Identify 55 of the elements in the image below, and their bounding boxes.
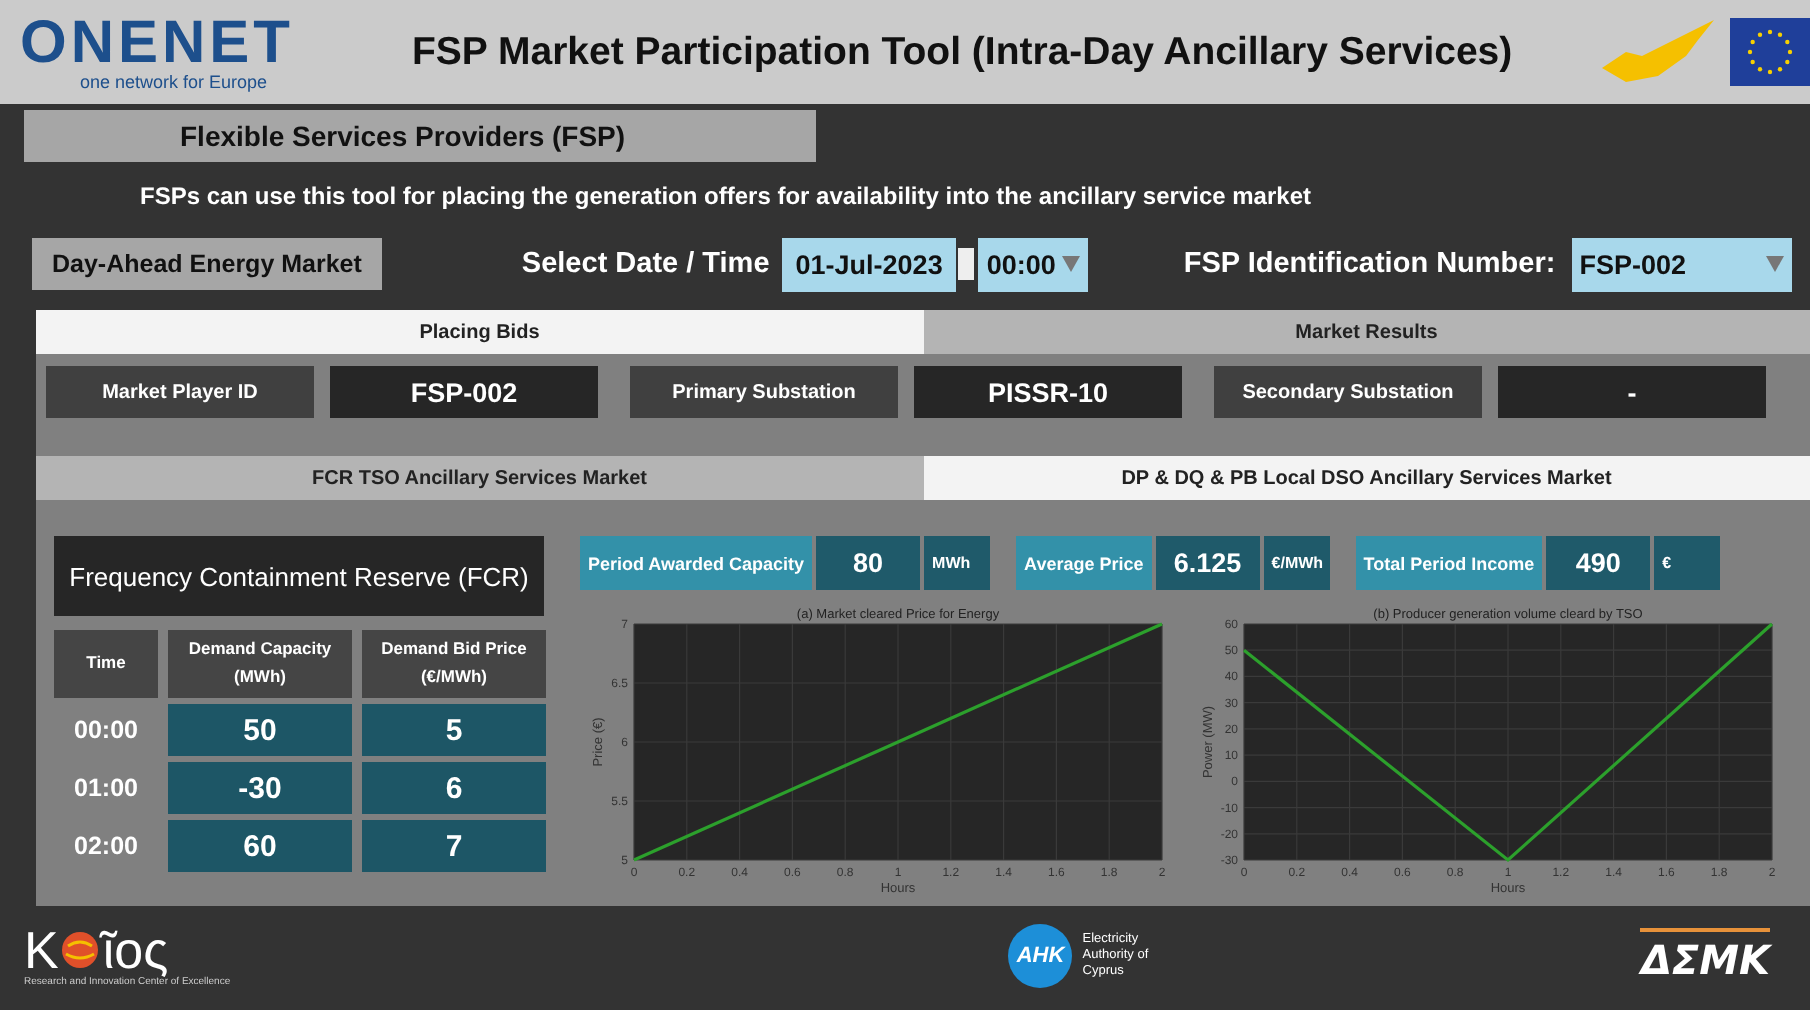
app-title: FSP Market Participation Tool (Intra-Day Ancillary Services) (410, 29, 1515, 75)
caret-icon (1061, 256, 1080, 272)
time-cell-text: 02:00 (72, 830, 140, 864)
time-cell-text: 01:00 (72, 772, 140, 806)
stat-label: Average Price (1016, 536, 1152, 590)
table-cell: -30 (168, 762, 352, 814)
flag-icon (1730, 18, 1810, 86)
tab[interactable]: FCR TSO Ancillary Services Market (36, 456, 923, 500)
operator-logo: ΔΣΜΚ (1640, 928, 1770, 984)
column-header: Demand Capacity (MWh) (168, 630, 352, 698)
fsp-id-dropdown[interactable]: FSP-002 (1571, 237, 1792, 291)
logo-text: K (24, 924, 59, 976)
fcr-title: Frequency Containment Reserve (FCR) (54, 536, 544, 616)
info-label: Market Player ID (46, 366, 314, 418)
logo-tagline: one network for Europe (80, 73, 268, 91)
info-value: FSP-002 (330, 366, 598, 418)
time-dropdown[interactable]: 00:00 (978, 237, 1088, 291)
clear-button[interactable] (958, 248, 975, 280)
time-cell-text: 00:00 (72, 714, 140, 748)
info-label: Primary Substation (630, 366, 898, 418)
stat-unit: €/MWh (1263, 536, 1330, 590)
info-label: Secondary Substation (1214, 366, 1482, 418)
column-header: Demand Bid Price (€/MWh) (362, 630, 546, 698)
fsp-id-label: FSP Identification Number: (1183, 248, 1556, 280)
info-value: PISSR-10 (914, 366, 1182, 418)
date-field[interactable]: 01-Jul-2023 (781, 237, 957, 291)
stat-value: 490 (1546, 536, 1651, 590)
time-value: 00:00 (986, 249, 1056, 279)
stat-label: Total Period Income (1355, 536, 1543, 590)
info-value: - (1498, 366, 1766, 418)
logo-text: ῖος (102, 924, 169, 976)
market-button[interactable]: Day-Ahead Energy Market (32, 238, 382, 290)
tab[interactable]: DP & DQ & PB Local DSO Ancillary Services Market (923, 456, 1810, 500)
table-cell: 60 (168, 820, 352, 872)
island-map-icon (1602, 20, 1714, 82)
fsp-id-value: FSP-002 (1579, 249, 1686, 279)
stat-value: 6.125 (1155, 536, 1260, 590)
description-text: FSPs can use this tool for placing the generation offers for availability into the ancillary service market (140, 182, 1311, 210)
tab[interactable]: Placing Bids (36, 310, 923, 354)
logo-wordmark: ONENET (20, 13, 295, 73)
stat-unit: € (1654, 536, 1721, 590)
globe-icon (60, 930, 101, 970)
stat-value: 80 (816, 536, 921, 590)
stat-label: Period Awarded Capacity (580, 536, 813, 590)
tab[interactable]: Market Results (923, 310, 1810, 354)
table-cell: 6 (362, 762, 546, 814)
section-title: Flexible Services Providers (FSP) (24, 110, 816, 162)
table-cell: 5 (362, 704, 546, 756)
column-header: Time (54, 630, 158, 698)
caret-icon (1765, 256, 1784, 272)
date-time-label: Select Date / Time (521, 248, 770, 280)
authority-logo: ΑΗΚ (1008, 924, 1073, 988)
table-cell: 50 (168, 704, 352, 756)
table-cell: 7 (362, 820, 546, 872)
stat-unit: MWh (924, 536, 991, 590)
